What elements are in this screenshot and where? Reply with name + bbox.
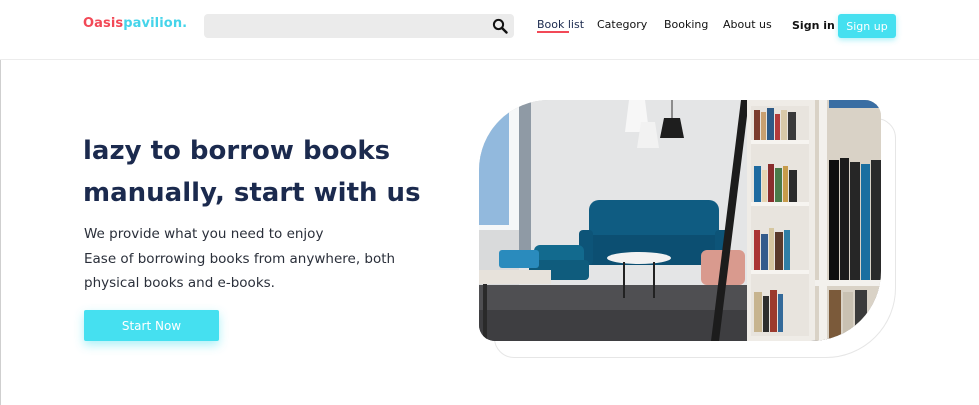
hero-library-photo	[479, 100, 881, 341]
search-bar	[204, 14, 514, 38]
brand-name-part1: Oasis	[83, 16, 124, 31]
search-input[interactable]	[212, 17, 482, 35]
hero-desc-line3: physical books and e-books.	[84, 275, 275, 291]
hero-title: lazy to borrow books manually, start wit…	[83, 130, 443, 214]
hero-desc-line2: Ease of borrowing books from anywhere, b…	[84, 250, 396, 267]
active-nav-underline	[537, 31, 569, 33]
hero-desc-line1: We provide what you need to enjoy	[84, 226, 324, 242]
hero-title-line1: lazy to borrow books	[83, 136, 391, 166]
hero-description: We provide what you need to enjoy Ease o…	[84, 222, 444, 296]
nav-booking[interactable]: Booking	[664, 18, 708, 31]
sign-up-button[interactable]: Sign up	[838, 14, 896, 38]
nav-category[interactable]: Category	[597, 18, 647, 31]
brand-logo[interactable]: Oasispavilion.	[83, 16, 187, 31]
top-header: Oasispavilion. Book list Category Bookin…	[0, 0, 979, 60]
start-now-button[interactable]: Start Now	[84, 310, 219, 341]
sign-in-link[interactable]: Sign in	[792, 19, 835, 32]
search-icon[interactable]	[492, 18, 508, 34]
library-illustration	[479, 100, 881, 341]
hero-title-line2: manually, start with us	[83, 178, 421, 208]
nav-about-us[interactable]: About us	[723, 18, 772, 31]
nav-book-list[interactable]: Book list	[537, 18, 584, 31]
brand-name-part2: pavilion.	[123, 16, 188, 31]
